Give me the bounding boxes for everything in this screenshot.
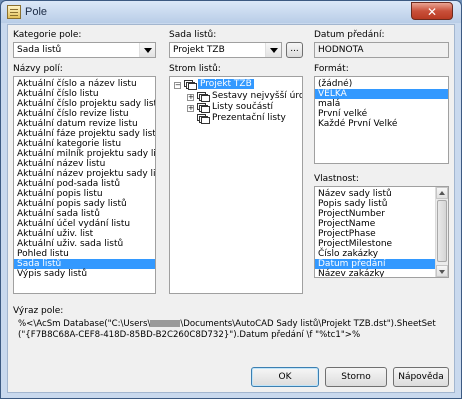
nazvy-list-item[interactable]: Aktuální fáze projektu sady listů	[14, 129, 155, 139]
sada-select[interactable]: Projekt TZB	[169, 42, 282, 58]
format-list-item[interactable]: (žádné)	[315, 79, 448, 89]
vlastnost-list-item[interactable]: Název sady listů	[315, 189, 436, 199]
nazvy-list-item[interactable]: Aktuální číslo a název listu	[14, 79, 155, 89]
cancel-button[interactable]: Storno	[325, 367, 387, 387]
redacted-username	[150, 320, 181, 327]
sheets-icon	[197, 92, 210, 102]
chevron-down-icon[interactable]	[265, 43, 281, 57]
nazvy-list-item[interactable]: Aktuální popis sady listů	[14, 199, 155, 209]
tree-node-listy[interactable]: Listy součástí	[212, 102, 273, 112]
vlastnost-list-item[interactable]: Číslo zakázky	[315, 249, 436, 259]
field-app-icon	[7, 5, 21, 19]
nazvy-list-item[interactable]: Výpis sady listů	[14, 269, 155, 279]
nazvy-list[interactable]: Aktuální číslo a název listu Aktuální čís…	[13, 76, 156, 294]
sheets-icon	[197, 114, 210, 124]
vlastnost-listbox[interactable]: Název sady listů Popis sady listů ProjectN…	[314, 186, 449, 278]
help-button[interactable]: Nápověda	[393, 367, 449, 387]
format-label: Formát:	[314, 64, 349, 74]
title-bar[interactable]: Pole ✕	[1, 1, 461, 23]
chevron-down-icon[interactable]	[139, 43, 155, 57]
format-list-item[interactable]: První velké	[315, 109, 448, 119]
ok-button[interactable]: OK	[251, 367, 319, 387]
kategorie-label: Kategorie pole:	[13, 30, 82, 40]
tree-node-sestavy[interactable]: Sestavy nejvyšší úrovn	[212, 91, 302, 101]
field-expression: %<\AcSm Database("C:\Users\ \Documents\Au…	[18, 319, 448, 341]
nazvy-list-item[interactable]: Aktuální uživ. list	[14, 229, 155, 239]
nazvy-label: Názvy polí:	[13, 64, 63, 74]
expression-line-2: ("{F7B8C68A-CEF8-418D-85BD-B2C260C8D732}…	[18, 330, 361, 340]
vlastnost-list: Název sady listů Popis sady listů ProjectN…	[315, 189, 436, 277]
nazvy-list-item[interactable]: Aktuální popis listu	[14, 189, 155, 199]
nazvy-list-item[interactable]: Pohled listu	[14, 249, 155, 259]
window-title: Pole	[25, 6, 48, 18]
datum-value-box: HODNOTA	[314, 42, 449, 58]
collapse-icon[interactable]: −	[174, 82, 181, 89]
nazvy-list-item[interactable]: Aktuální číslo listu	[14, 89, 155, 99]
sheets-icon	[197, 103, 210, 113]
vlastnost-list-item[interactable]: Název zakázky	[315, 269, 436, 277]
tree-node-prezentacni[interactable]: Prezentační listy	[212, 113, 286, 123]
vlastnost-label: Vlastnost:	[314, 174, 359, 184]
kategorie-select[interactable]: Sada listů	[13, 42, 156, 58]
strom-label: Strom listů:	[169, 64, 221, 74]
scroll-down-icon[interactable]	[436, 265, 448, 277]
sada-value: Projekt TZB	[173, 45, 225, 55]
expression-line-1b: \Documents\AutoCAD Sady listů\Projekt TZ…	[180, 319, 436, 329]
sada-label: Sada listů:	[169, 30, 217, 40]
expand-icon[interactable]: +	[187, 94, 194, 101]
vlastnost-list-item[interactable]: ProjectNumber	[315, 209, 436, 219]
datum-label: Datum předání:	[314, 30, 385, 40]
expand-icon[interactable]: +	[187, 105, 194, 112]
vlastnost-list-item[interactable]: Popis sady listů	[315, 199, 436, 209]
scroll-up-icon[interactable]	[436, 187, 448, 199]
sheet-tree[interactable]: − Projekt TZB + Sestavy nejvyšší úrovn +…	[169, 76, 303, 294]
scroll-thumb[interactable]	[437, 200, 447, 262]
nazvy-list-item[interactable]: Aktuální název listu	[14, 159, 155, 169]
expression-line-1: %<\AcSm Database("C:\Users\	[18, 319, 151, 329]
browse-button[interactable]: ...	[286, 42, 303, 58]
sheet-set-icon	[184, 80, 197, 90]
dialog-body: Kategorie pole: Sada listů Názvy polí: A…	[7, 24, 455, 393]
format-list-item[interactable]: malá	[315, 99, 448, 109]
nazvy-list-item[interactable]: Aktuální uživ. sada listů	[14, 239, 155, 249]
format-list-item[interactable]: Každé První Velké	[315, 119, 448, 129]
nazvy-list-item[interactable]: Aktuální datum revize listu	[14, 119, 155, 129]
format-list[interactable]: (žádné) VELKÁ malá První velké Každé První V…	[314, 76, 449, 164]
nazvy-list-item[interactable]: Aktuální číslo projektu sady listů	[14, 99, 155, 109]
nazvy-list-item[interactable]: Aktuální název projektu sady listů	[14, 169, 155, 179]
vlastnost-list-item[interactable]: ProjectMilestone	[315, 239, 436, 249]
datum-value: HODNOTA	[318, 45, 364, 55]
tree-root[interactable]: Projekt TZB	[198, 79, 254, 89]
vlastnost-list-item[interactable]: ProjectPhase	[315, 229, 436, 239]
vlastnost-scrollbar[interactable]	[435, 187, 448, 277]
dialog-window: Pole ✕ Kategorie pole: Sada listů Názvy …	[0, 0, 462, 399]
nazvy-list-item[interactable]: Aktuální číslo revize listu	[14, 109, 155, 119]
vlastnost-list-item[interactable]: ProjectName	[315, 219, 436, 229]
nazvy-list-item[interactable]: Aktuální kategorie listu	[14, 139, 155, 149]
vlastnost-list-item[interactable]: Datum předání	[315, 259, 436, 269]
format-list-item[interactable]: VELKÁ	[315, 89, 448, 99]
nazvy-list-item[interactable]: Aktuální pod-sada listů	[14, 179, 155, 189]
nazvy-list-item[interactable]: Aktuální milník projektu sady listů	[14, 149, 155, 159]
close-button[interactable]: ✕	[411, 2, 453, 20]
nazvy-list-item[interactable]: Sada listů	[14, 259, 155, 269]
nazvy-list-item[interactable]: Aktuální sada listů	[14, 209, 155, 219]
kategorie-value: Sada listů	[17, 45, 62, 55]
nazvy-list-item[interactable]: Aktuální účel vydání listu	[14, 219, 155, 229]
vyraz-label: Výraz pole:	[13, 306, 64, 316]
